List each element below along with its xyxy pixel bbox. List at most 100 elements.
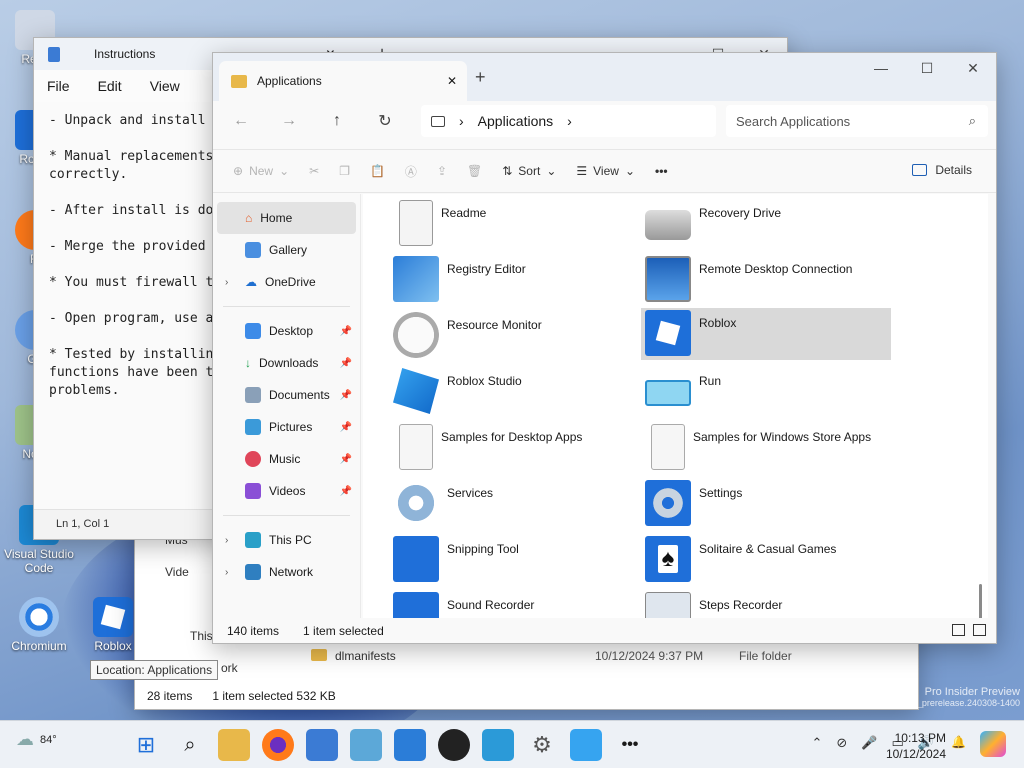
- new-tab-icon[interactable]: +: [475, 67, 486, 88]
- back-arrow-icon[interactable]: ←: [229, 112, 253, 130]
- clock-date: 10/12/2024: [885, 747, 946, 761]
- explorer-tab[interactable]: Applications ✕: [219, 61, 467, 101]
- vertical-scrollbar[interactable]: [979, 584, 982, 618]
- paste-icon[interactable]: 📋: [370, 164, 385, 178]
- plus-circle-icon: ⊕: [233, 164, 244, 178]
- file-list[interactable]: Readme Registry Editor Resource Monitor …: [363, 194, 988, 618]
- delete-icon[interactable]: 🗑: [467, 164, 482, 178]
- network-offline-icon[interactable]: ⊘: [836, 735, 847, 751]
- bg-sidebar-thispc[interactable]: This: [190, 629, 213, 643]
- bg-file-row[interactable]: dlmanifests 10/12/2024 9:37 PM File fold…: [311, 649, 792, 663]
- share-icon[interactable]: ⇪: [437, 164, 447, 178]
- sidebar-item-music[interactable]: Music 📌: [213, 443, 360, 475]
- menu-view[interactable]: View: [150, 78, 180, 94]
- app-item-snipping-tool[interactable]: Snipping Tool: [389, 534, 639, 586]
- chevron-right-icon[interactable]: ›: [225, 535, 228, 546]
- app-item-steps-recorder[interactable]: Steps Recorder: [641, 590, 891, 618]
- details-pane-button[interactable]: Details: [912, 163, 972, 177]
- sidebar-item-home[interactable]: ⌂ Home: [217, 202, 356, 234]
- notification-bell-icon[interactable]: 🔔: [951, 735, 966, 749]
- tiles-view-icon[interactable]: [973, 624, 986, 636]
- explorer-tab-title: Applications: [257, 74, 322, 88]
- explorer-window-controls: — ☐ ✕: [858, 53, 996, 83]
- desktop-icon: [245, 323, 261, 339]
- weather-widget[interactable]: ☁ 84°: [16, 729, 57, 750]
- copilot-icon[interactable]: [980, 731, 1006, 757]
- sidebar-item-network[interactable]: › Network: [213, 556, 360, 588]
- settings-taskbar-icon[interactable]: ⚙: [526, 729, 558, 761]
- explorer-titlebar[interactable]: Applications ✕ + — ☐ ✕: [213, 53, 996, 101]
- divider: [223, 306, 350, 307]
- weather-cloud-icon: ☁: [16, 729, 34, 749]
- firefox-icon[interactable]: [262, 729, 294, 761]
- search-icon[interactable]: ⌕: [174, 729, 206, 761]
- start-windows-icon[interactable]: ⊞: [130, 729, 162, 761]
- close-icon[interactable]: ✕: [950, 53, 996, 83]
- cut-icon[interactable]: ✂: [309, 164, 319, 178]
- app-item-run[interactable]: Run: [641, 366, 891, 418]
- sidebar-item-thispc[interactable]: › This PC: [213, 524, 360, 556]
- app-item-roblox-studio[interactable]: Roblox Studio: [389, 366, 639, 418]
- copy-icon[interactable]: ❐: [339, 164, 350, 178]
- app-item-remote-desktop[interactable]: Remote Desktop Connection: [641, 254, 891, 306]
- bg-sidebar-network[interactable]: ork: [221, 661, 238, 675]
- forward-arrow-icon[interactable]: →: [277, 112, 301, 130]
- network-tool-icon[interactable]: [482, 729, 514, 761]
- chevron-right-icon[interactable]: ›: [225, 277, 228, 288]
- app-item-solitaire[interactable]: ♠ Solitaire & Casual Games: [641, 534, 891, 586]
- address-bar[interactable]: › Applications ›: [421, 105, 716, 137]
- menu-edit[interactable]: Edit: [98, 78, 122, 94]
- more-options-button[interactable]: •••: [655, 164, 668, 178]
- playing-card-icon: ♠: [645, 536, 691, 582]
- app-item-readme[interactable]: Readme: [389, 198, 639, 250]
- sort-button[interactable]: ⇅ Sort ⌄: [502, 164, 556, 178]
- chevron-right-icon[interactable]: ›: [225, 567, 228, 578]
- explorer-tab-close-icon[interactable]: ✕: [447, 74, 457, 88]
- notepad-taskbar-icon[interactable]: [306, 729, 338, 761]
- explorer-window[interactable]: Applications ✕ + — ☐ ✕ ← → ↑ ↻ › Applica…: [212, 52, 997, 644]
- media-player-icon[interactable]: [438, 729, 470, 761]
- sidebar-item-downloads[interactable]: ↓ Downloads 📌: [213, 347, 360, 379]
- document-icon: [399, 424, 433, 470]
- new-button[interactable]: ⊕ New ⌄: [233, 164, 289, 178]
- desktop-icon-chromium[interactable]: Chromium: [4, 597, 74, 653]
- sidebar-item-documents[interactable]: Documents 📌: [213, 379, 360, 411]
- app-item-sound-recorder[interactable]: Sound Recorder: [389, 590, 639, 618]
- refresh-icon[interactable]: ↻: [373, 111, 397, 131]
- menu-file[interactable]: File: [47, 78, 70, 94]
- sidebar-item-gallery[interactable]: Gallery: [213, 234, 360, 266]
- chevron-up-icon[interactable]: ⌃: [812, 735, 823, 751]
- more-apps-icon[interactable]: •••: [614, 729, 646, 761]
- app-item-roblox[interactable]: Roblox: [641, 308, 891, 360]
- rename-icon[interactable]: Ⓐ: [405, 163, 417, 180]
- app-item-samples-desktop[interactable]: Samples for Desktop Apps: [389, 422, 639, 474]
- breadcrumb-applications[interactable]: Applications: [478, 113, 554, 129]
- sidebar-item-pictures[interactable]: Pictures 📌: [213, 411, 360, 443]
- app-item-resource-monitor[interactable]: Resource Monitor: [389, 310, 639, 362]
- chevron-right-icon[interactable]: ›: [567, 113, 572, 129]
- minimize-icon[interactable]: —: [858, 53, 904, 83]
- app-item-recovery-drive[interactable]: Recovery Drive: [641, 198, 891, 250]
- app-item-services[interactable]: Services: [389, 478, 639, 530]
- app-item-settings[interactable]: Settings: [641, 478, 891, 530]
- sidebar-item-desktop[interactable]: Desktop 📌: [213, 315, 360, 347]
- clock[interactable]: 10:13 PM 10/12/2024: [886, 730, 946, 762]
- registry-editor-icon: [393, 256, 439, 302]
- registry-editor-taskbar-icon[interactable]: [394, 729, 426, 761]
- up-arrow-icon[interactable]: ↑: [325, 112, 349, 130]
- details-view-icon[interactable]: [952, 624, 965, 636]
- roblox-studio-taskbar-icon[interactable]: [570, 729, 602, 761]
- bg-sidebar-videos[interactable]: Vide: [165, 565, 189, 579]
- sidebar-item-videos[interactable]: Videos 📌: [213, 475, 360, 507]
- maximize-icon[interactable]: ☐: [904, 53, 950, 83]
- image-viewer-icon[interactable]: [350, 729, 382, 761]
- file-explorer-icon[interactable]: [218, 729, 250, 761]
- view-button[interactable]: ☰ View ⌄: [576, 164, 635, 178]
- app-item-registry-editor[interactable]: Registry Editor: [389, 254, 639, 306]
- steps-recorder-icon: [645, 592, 691, 618]
- microphone-icon[interactable]: 🎤: [861, 735, 877, 751]
- app-item-samples-store[interactable]: Samples for Windows Store Apps: [641, 422, 891, 474]
- pin-icon: 📌: [339, 453, 352, 465]
- search-input[interactable]: Search Applications ⌕: [726, 105, 988, 137]
- sidebar-item-onedrive[interactable]: › ☁ OneDrive: [213, 266, 360, 298]
